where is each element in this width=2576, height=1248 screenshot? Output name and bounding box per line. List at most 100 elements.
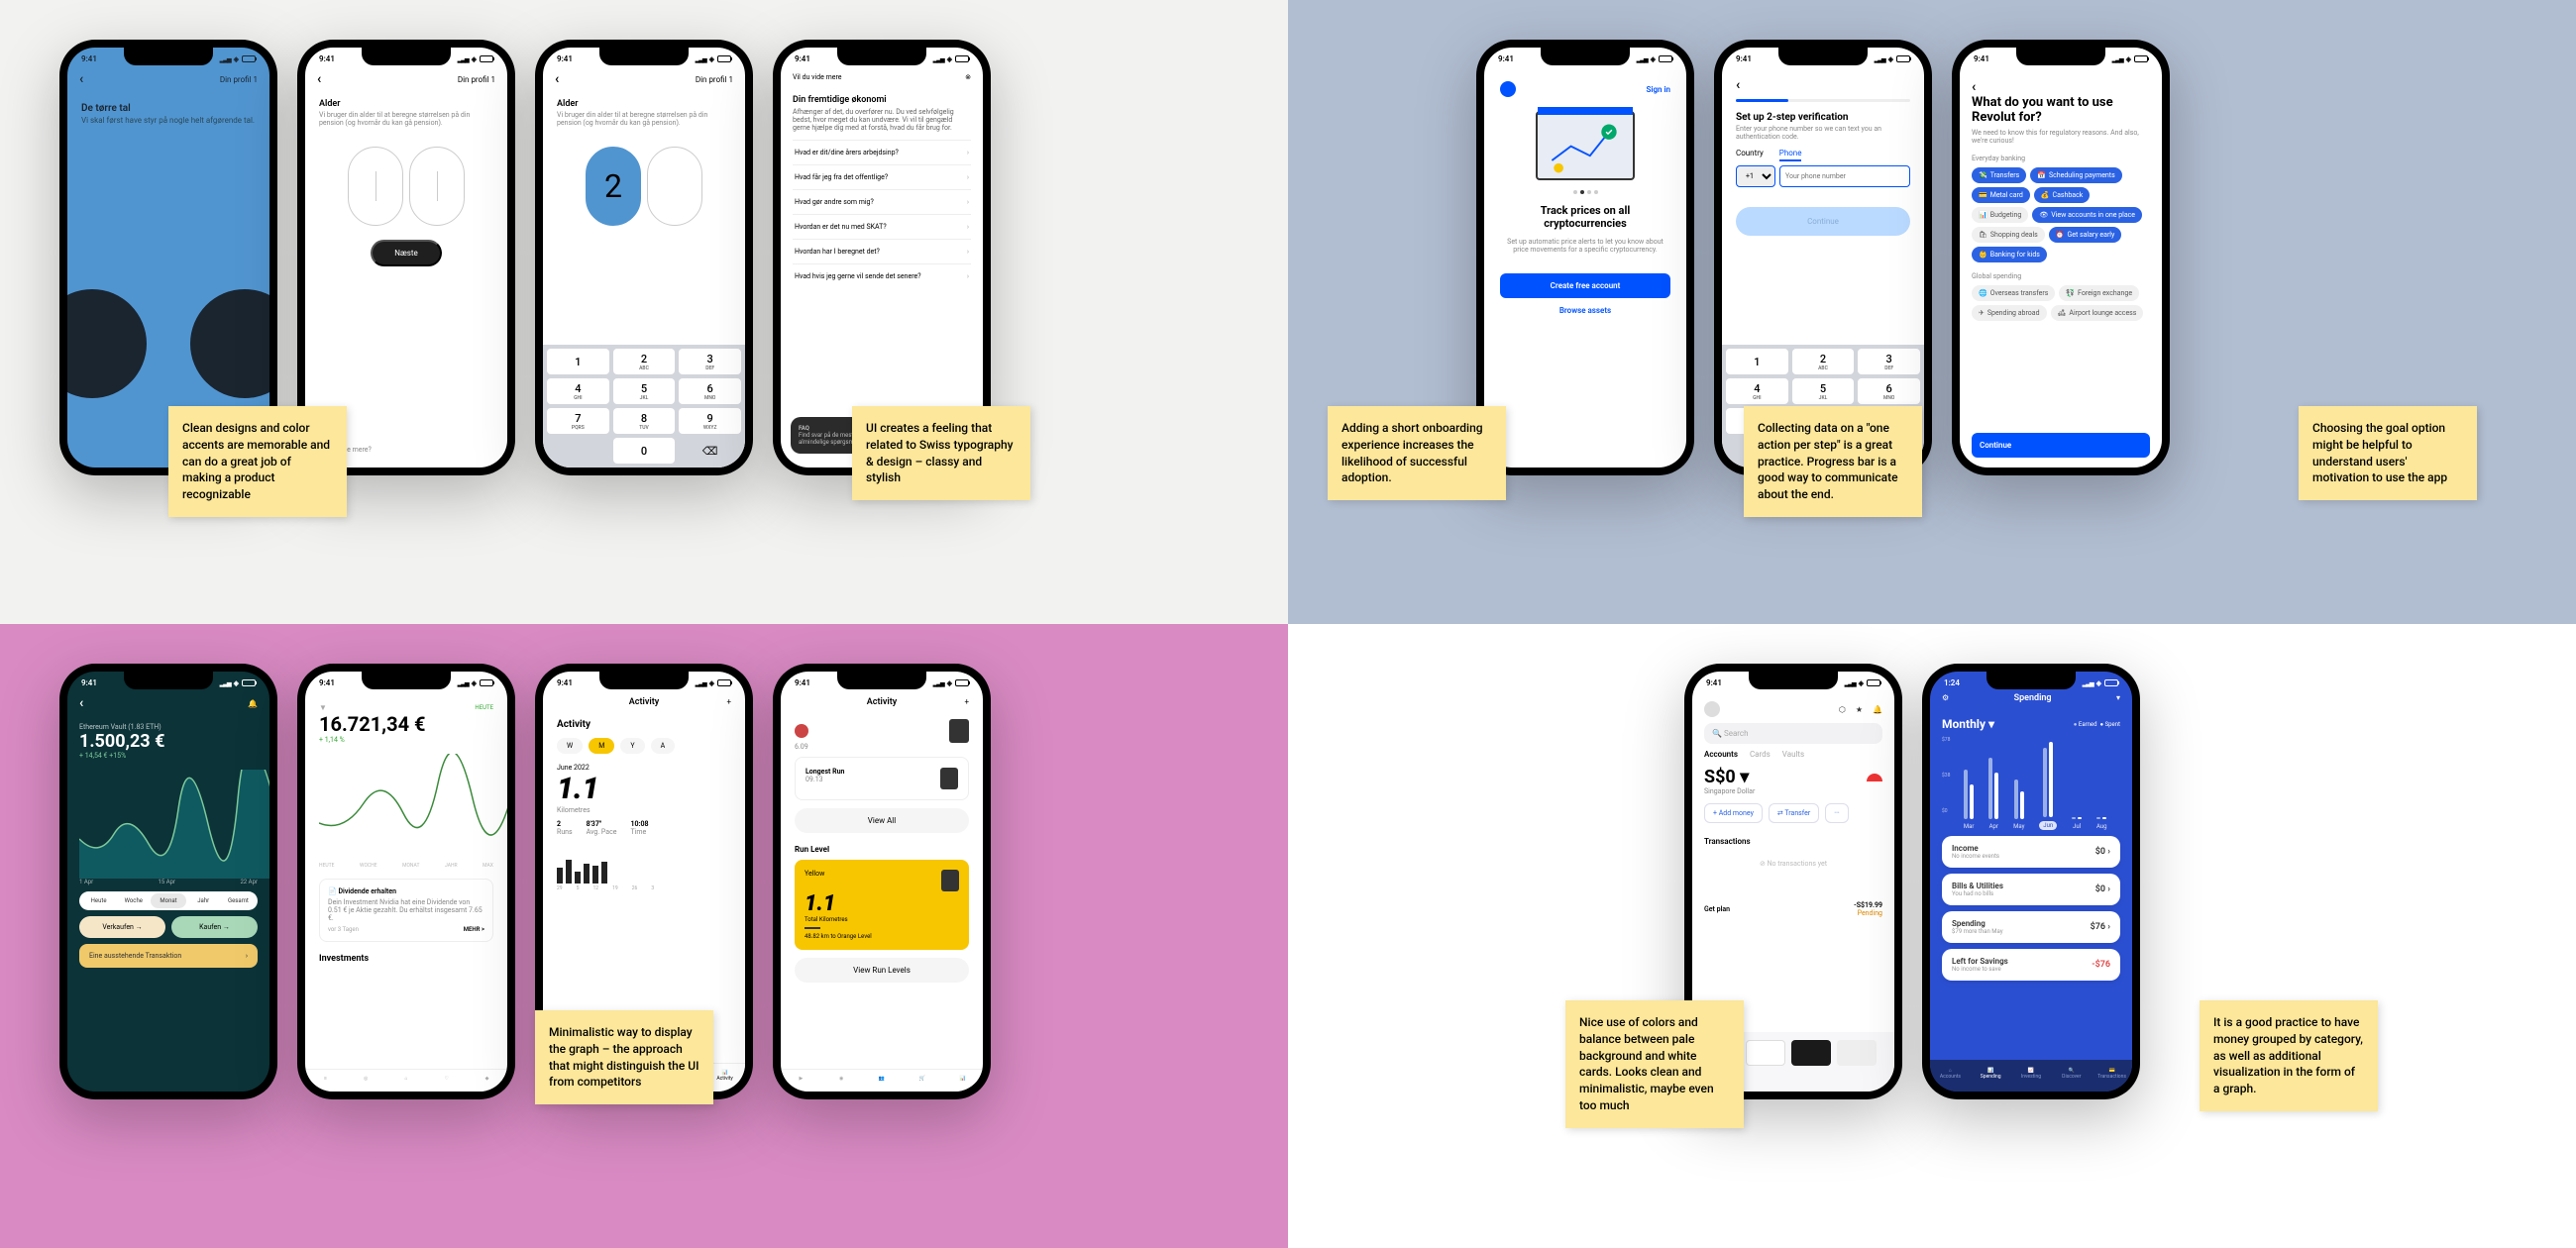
continue-button[interactable]: Continue — [1972, 433, 2150, 458]
digit-input[interactable] — [348, 147, 403, 226]
plan-button[interactable]: Get plan — [1704, 905, 1730, 913]
tab-icon[interactable]: ≡ — [305, 1076, 346, 1082]
gear-icon[interactable]: ⚙ — [1942, 693, 1949, 703]
card-mini[interactable] — [1746, 1040, 1785, 1066]
buy-button[interactable]: Kaufen → — [171, 916, 258, 938]
chip-scheduling[interactable]: 📅 Scheduling payments — [2030, 167, 2121, 183]
seg-jahr[interactable]: Jahr — [186, 893, 221, 908]
create-account-button[interactable]: Create free account — [1500, 273, 1670, 298]
sticky-note[interactable]: It is a good practice to have money grou… — [2200, 1000, 2378, 1111]
view-levels-button[interactable]: View Run Levels — [795, 958, 969, 983]
avatar[interactable] — [795, 724, 808, 738]
key-0[interactable]: 0 — [613, 438, 676, 464]
key-7[interactable]: 7PQRS — [547, 408, 609, 434]
month-lbl[interactable]: May — [2013, 823, 2024, 830]
list-item[interactable]: Hvad får jeg fra det offentlige? — [793, 164, 971, 189]
key-5[interactable]: 5JKL — [1792, 378, 1855, 404]
month-lbl[interactable]: Jun — [2039, 821, 2057, 830]
back-icon[interactable] — [317, 71, 321, 87]
chip-kids[interactable]: 👶 Banking for kids — [1972, 247, 2047, 262]
seg-monat[interactable]: Monat — [151, 893, 185, 908]
seg-a[interactable]: A — [651, 738, 676, 754]
plus-icon[interactable]: + — [964, 697, 969, 706]
chevron-down-icon[interactable]: ▾ — [2116, 693, 2120, 703]
key-2[interactable]: 2ABC — [1792, 349, 1855, 374]
card-mini[interactable] — [1791, 1040, 1831, 1066]
tab-investing[interactable]: 📈Investing — [2011, 1068, 2052, 1080]
tab-icon[interactable]: ◆ — [467, 1076, 507, 1082]
more-link[interactable]: MEHR > — [464, 926, 484, 933]
list-item[interactable]: Hvordan har I beregnet det? — [793, 239, 971, 263]
key-9[interactable]: 9WXYZ — [679, 408, 741, 434]
cat[interactable]: WOCHE — [360, 863, 377, 869]
row-savings[interactable]: Left for SavingsNo income to save-$76 — [1942, 949, 2120, 981]
chip-transfers[interactable]: 💸 Transfers — [1972, 167, 2026, 183]
dropdown-icon[interactable]: ▼ — [319, 703, 327, 712]
row-spending[interactable]: Spending$79 more than May$76 › — [1942, 911, 2120, 943]
cat[interactable]: MONAT — [402, 863, 419, 869]
key-4[interactable]: 4GHI — [547, 378, 609, 404]
list-item[interactable]: Hvad gør andre som mig? — [793, 189, 971, 214]
back-icon[interactable] — [79, 71, 83, 87]
month-lbl[interactable]: Apr — [1989, 823, 1998, 830]
digit-input[interactable] — [647, 147, 702, 226]
row-income[interactable]: IncomeNo income events$0 › — [1942, 836, 2120, 868]
tab-accounts[interactable]: ⌂Accounts — [1930, 1068, 1971, 1080]
sticky-note[interactable]: Clean designs and color accents are memo… — [168, 406, 347, 517]
tab-vaults[interactable]: Vaults — [1782, 750, 1804, 759]
bell-icon[interactable]: 🔔 — [1873, 705, 1882, 714]
tab-icon[interactable]: ⌂ — [386, 1076, 427, 1082]
browse-assets-link[interactable]: Browse assets — [1500, 306, 1670, 315]
sticky-note[interactable]: Minimalistic way to display the graph – … — [535, 1010, 713, 1104]
avatar[interactable] — [1704, 701, 1720, 717]
tab[interactable]: 🛒 — [902, 1076, 942, 1082]
transaction-row[interactable]: Eine ausstehende Transaktion› — [79, 944, 258, 968]
chip-salary[interactable]: ⏰ Get salary early — [2049, 227, 2122, 243]
back-icon[interactable] — [555, 71, 559, 87]
tab[interactable]: 👥 — [862, 1076, 903, 1082]
sticky-note[interactable]: UI creates a feeling that related to Swi… — [852, 406, 1030, 500]
sticky-note[interactable]: Choosing the goal option might be helpfu… — [2299, 406, 2477, 500]
back-icon[interactable] — [1736, 82, 1740, 91]
month-lbl[interactable]: Jul — [2073, 823, 2081, 830]
signin-link[interactable]: Sign in — [1646, 85, 1670, 94]
digit-input[interactable] — [409, 147, 465, 226]
chip-cashback[interactable]: 💰 Cashback — [2034, 187, 2091, 203]
seg-heute[interactable]: Heute — [81, 893, 116, 908]
key-4[interactable]: 4GHI — [1726, 378, 1788, 404]
tab-accounts[interactable]: Accounts — [1704, 750, 1738, 759]
star-icon[interactable]: ★ — [1856, 705, 1863, 714]
key-3[interactable]: 3DEF — [679, 349, 741, 374]
chip-budgeting[interactable]: 📊 Budgeting — [1972, 207, 2028, 223]
tab[interactable]: ◉ — [821, 1076, 862, 1082]
longest-run-card[interactable]: Longest Run09.13 — [795, 757, 969, 800]
close-icon[interactable]: ⊗ — [965, 73, 971, 81]
sticky-note[interactable]: Adding a short onboarding experience inc… — [1328, 406, 1506, 500]
key-6[interactable]: 6MNO — [1858, 378, 1920, 404]
seg-woche[interactable]: Woche — [116, 893, 151, 908]
country-select[interactable]: +1 — [1736, 165, 1775, 187]
seg-y[interactable]: Y — [620, 738, 644, 754]
tab[interactable]: 📊 — [942, 1076, 983, 1082]
chip-overseas[interactable]: 🌐 Overseas transfers — [1972, 285, 2055, 301]
tab-transactions[interactable]: 💳Transactions — [2092, 1068, 2132, 1080]
transfer-button[interactable]: ⇄ Transfer — [1769, 803, 1819, 823]
key-3[interactable]: 3DEF — [1858, 349, 1920, 374]
next-button[interactable]: Næste — [371, 240, 441, 266]
back-icon[interactable] — [79, 695, 83, 711]
chip-fx[interactable]: 💱 Foreign exchange — [2059, 285, 2139, 301]
sticky-note[interactable]: Nice use of colors and balance between p… — [1565, 1000, 1744, 1128]
tab-spending[interactable]: 📊Spending — [1971, 1068, 2011, 1080]
back-icon[interactable] — [1972, 84, 1976, 93]
key-8[interactable]: 8TUV — [613, 408, 676, 434]
key-6[interactable]: 6MNO — [679, 378, 741, 404]
level-card[interactable]: Yellow 1.1 Total Kilometres 48.82 km to … — [795, 860, 969, 950]
seg-gesamt[interactable]: Gesamt — [221, 893, 256, 908]
key-5[interactable]: 5JKL — [613, 378, 676, 404]
chip-shopping[interactable]: 🛍 Shopping deals — [1972, 227, 2045, 243]
seg-m[interactable]: M — [589, 738, 614, 754]
chip-metal[interactable]: 💳 Metal card — [1972, 187, 2030, 203]
list-item[interactable]: Hvordan er det nu med SKAT? — [793, 214, 971, 239]
month-label[interactable]: June 2022 — [557, 764, 731, 772]
row-bills[interactable]: Bills & UtilitiesYou had no bills$0 › — [1942, 874, 2120, 905]
